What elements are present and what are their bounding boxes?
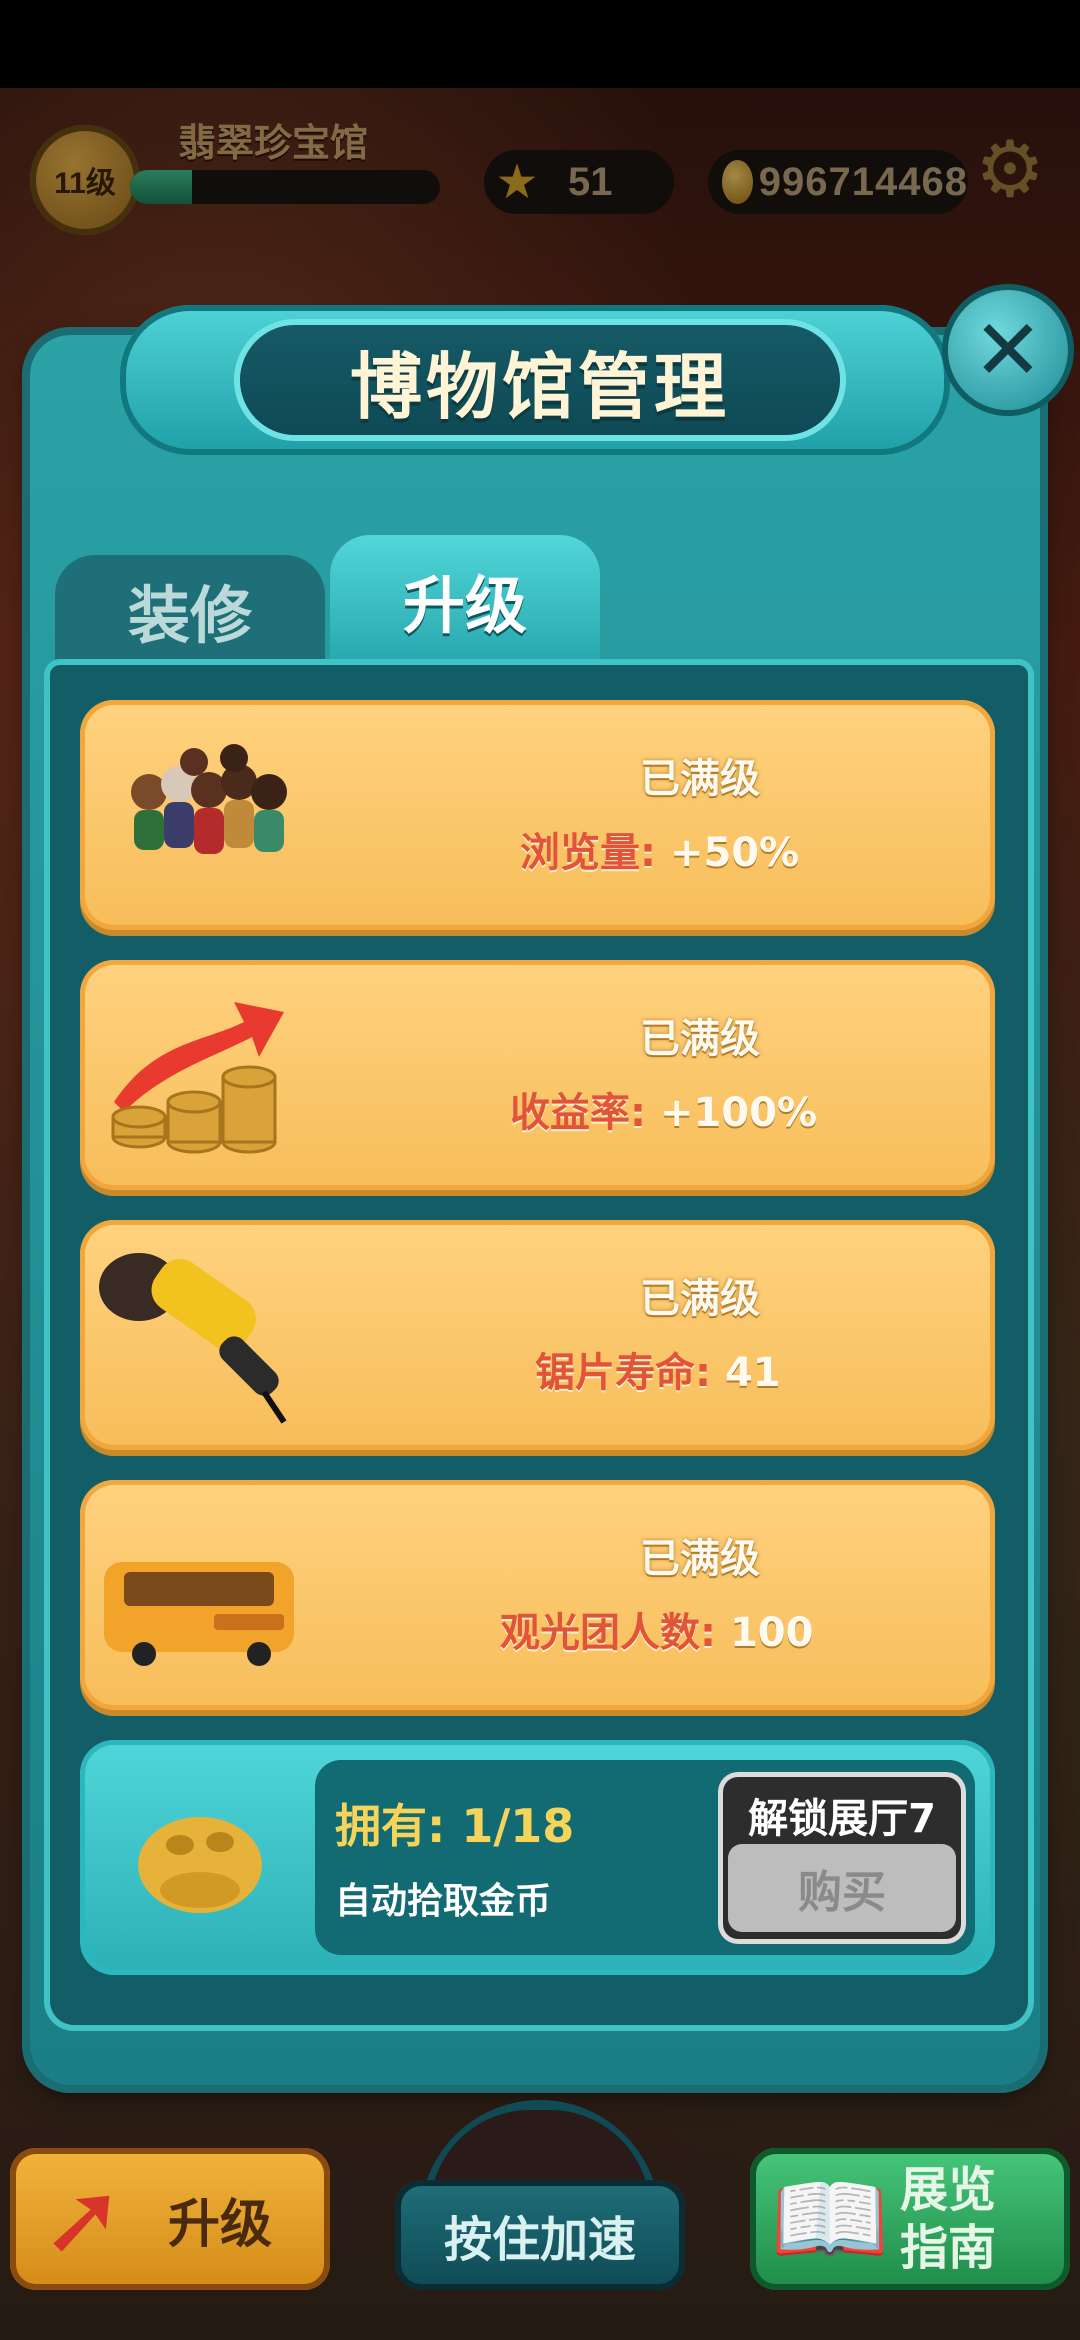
upgrade-card-revenue: 已满级 收益率: +100% xyxy=(80,960,995,1190)
stat-value: +50% xyxy=(669,830,800,876)
stat-label: 收益率: xyxy=(510,1090,646,1136)
stat-label: 锯片寿命: xyxy=(535,1350,711,1396)
upgrade-button[interactable]: ➚ 升级 xyxy=(10,2148,330,2290)
golden-toad-image xyxy=(138,1817,262,1913)
upgrade-status: 已满级 xyxy=(640,1016,760,1062)
revenue-growth-image xyxy=(111,1002,284,1154)
upgrade-stat: 收益率: +100% xyxy=(510,1080,817,1138)
modal-title-plate: 博物馆管理 xyxy=(240,325,840,435)
close-icon: ✕ xyxy=(972,301,1044,399)
stat-value: 41 xyxy=(724,1350,781,1396)
angle-grinder-image xyxy=(99,1253,287,1424)
upgrade-button-label: 升级 xyxy=(168,2194,273,2255)
owned-value: 1/18 xyxy=(461,1799,575,1853)
upgrade-status: 已满级 xyxy=(640,1536,760,1582)
exhibition-guide-button[interactable]: 📖 展览指南 xyxy=(750,2148,1070,2290)
upgrade-stat: 观光团人数: 100 xyxy=(500,1600,813,1658)
upgrade-card-saw-blade: 已满级 锯片寿命: 41 xyxy=(80,1220,995,1450)
unlock-purchase-box: 解锁展厅7 购买 xyxy=(718,1772,966,1944)
stat-value: +100% xyxy=(659,1090,818,1136)
stat-label: 观光团人数: xyxy=(500,1610,716,1656)
upgrade-arrow-icon: ➚ xyxy=(41,2160,125,2277)
auto-pickup-description: 自动拾取金币 xyxy=(335,1881,552,1922)
tour-bus-image xyxy=(104,1562,294,1666)
owned-count: 拥有: 1/18 xyxy=(335,1790,574,1856)
upgrade-stat: 浏览量: +50% xyxy=(520,820,799,878)
close-button[interactable]: ✕ xyxy=(948,290,1068,410)
visitors-group-image xyxy=(131,744,287,854)
guide-button-label: 展览指南 xyxy=(900,2162,997,2276)
upgrade-status: 已满级 xyxy=(640,1276,760,1322)
stat-label: 浏览量: xyxy=(520,830,656,876)
buy-button[interactable]: 购买 xyxy=(728,1844,956,1932)
upgrade-card-visitors: 已满级 浏览量: +50% xyxy=(80,700,995,930)
tab-decorate[interactable]: 装修 xyxy=(55,555,325,665)
hold-to-speed-button[interactable]: 按住加速 xyxy=(395,2180,685,2290)
owned-label: 拥有: xyxy=(335,1799,446,1853)
status-bar xyxy=(0,0,1080,88)
stat-value: 100 xyxy=(729,1610,814,1656)
upgrade-card-tour-group: 已满级 观光团人数: 100 xyxy=(80,1480,995,1710)
unlock-requirement: 解锁展厅7 xyxy=(748,1796,936,1842)
tab-upgrade[interactable]: 升级 xyxy=(330,535,600,665)
upgrade-stat: 锯片寿命: 41 xyxy=(535,1340,781,1398)
book-icon: 📖 xyxy=(770,2163,890,2275)
modal-title: 博物馆管理 xyxy=(349,344,730,429)
upgrade-status: 已满级 xyxy=(640,756,760,802)
